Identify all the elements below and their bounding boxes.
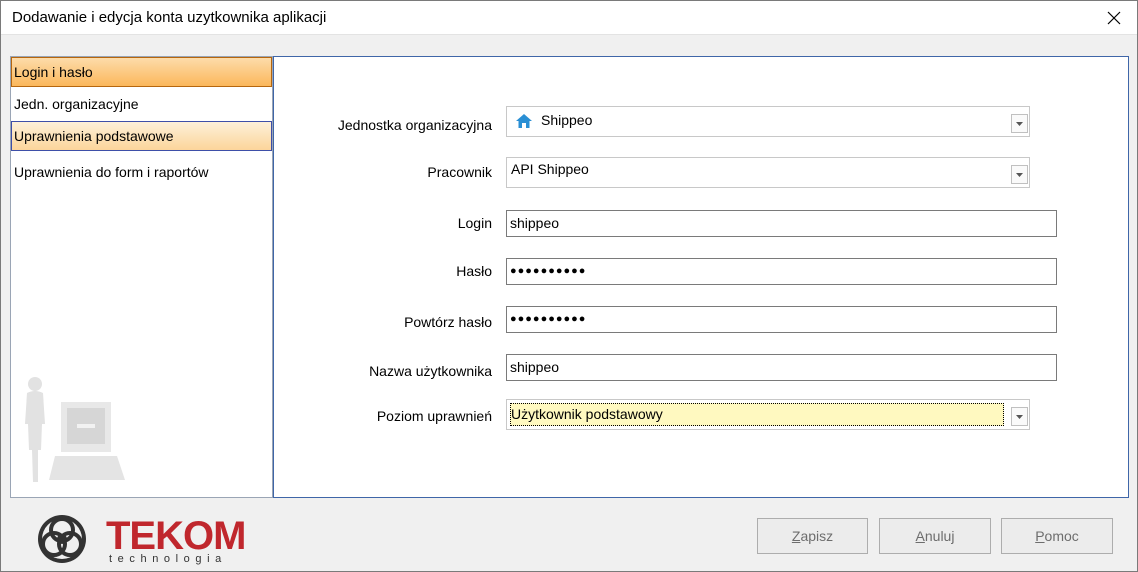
- employee-combobox[interactable]: API Shippeo: [506, 157, 1030, 188]
- sidebar-item-org-units[interactable]: Jedn. organizacyjne: [11, 89, 272, 119]
- password-repeat-label-row: Powtórz hasło: [274, 314, 492, 334]
- username-input[interactable]: shippeo: [506, 354, 1057, 381]
- cancel-button[interactable]: Anuluj: [879, 518, 991, 554]
- tekom-emblem-icon: [38, 515, 86, 563]
- home-icon: [516, 114, 532, 128]
- help-mnemonic: P: [1035, 528, 1045, 544]
- cancel-mnemonic: A: [915, 528, 925, 544]
- logo-tagline: technologia: [109, 553, 227, 565]
- close-button[interactable]: [1091, 1, 1137, 34]
- password-repeat-input[interactable]: ●●●●●●●●●●: [506, 306, 1057, 333]
- password-input[interactable]: ●●●●●●●●●●: [506, 258, 1057, 285]
- password-label-row: Hasło: [274, 263, 492, 283]
- login-label: Login: [457, 215, 492, 231]
- sidebar-item-label: Login i hasło: [14, 64, 93, 80]
- employee-label-row: Pracownik: [274, 164, 492, 184]
- login-label-row: Login: [274, 215, 492, 235]
- sidebar-item-label: Jedn. organizacyjne: [14, 96, 139, 112]
- sidebar-item-form-permissions[interactable]: Uprawnienia do form i raportów: [11, 157, 272, 187]
- save-mnemonic: Z: [791, 528, 801, 544]
- chevron-down-icon: [1016, 414, 1023, 419]
- sidebar-nav: Login i hasło Jedn. organizacyjne Uprawn…: [10, 56, 273, 498]
- username-label: Nazwa użytkownika: [369, 363, 492, 379]
- save-button[interactable]: Zapisz: [757, 518, 868, 554]
- save-label: apisz: [800, 528, 834, 544]
- help-label: omoc: [1044, 528, 1079, 544]
- sidebar-item-label: Uprawnienia podstawowe: [14, 128, 174, 144]
- sidebar-item-basic-permissions[interactable]: Uprawnienia podstawowe: [11, 121, 272, 151]
- title-bar: Dodawanie i edycja konta uzytkownika apl…: [1, 1, 1137, 35]
- level-label-row: Poziom uprawnień: [274, 408, 492, 428]
- unit-combobox[interactable]: Shippeo: [506, 106, 1030, 137]
- content-panel: Jednostka organizacyjna Shippeo Pracowni…: [273, 56, 1129, 498]
- dialog-window: Dodawanie i edycja konta uzytkownika apl…: [0, 0, 1138, 572]
- level-dropdown-button[interactable]: [1011, 407, 1028, 426]
- employee-value: API Shippeo: [511, 161, 589, 177]
- cancel-label: nuluj: [924, 528, 955, 544]
- window-title: Dodawanie i edycja konta uzytkownika apl…: [12, 9, 327, 26]
- password-repeat-label: Powtórz hasło: [404, 314, 492, 330]
- logo-wordmark: TEKOM: [106, 514, 246, 558]
- unit-value: Shippeo: [541, 112, 593, 128]
- chevron-down-icon: [1016, 121, 1023, 126]
- username-label-row: Nazwa użytkownika: [274, 363, 492, 383]
- unit-label: Jednostka organizacyjna: [337, 117, 492, 133]
- password-label: Hasło: [456, 263, 492, 279]
- unit-dropdown-button[interactable]: [1011, 114, 1028, 133]
- login-input[interactable]: shippeo: [506, 210, 1057, 237]
- help-button[interactable]: Pomoc: [1001, 518, 1113, 554]
- close-icon: [1107, 11, 1121, 24]
- tekom-logo: TEKOM technologia: [30, 512, 260, 567]
- level-label: Poziom uprawnień: [376, 408, 492, 424]
- chevron-down-icon: [1016, 172, 1023, 177]
- user-computer-illustration: [25, 377, 125, 482]
- unit-label-row: Jednostka organizacyjna: [274, 117, 492, 137]
- sidebar-item-login[interactable]: Login i hasło: [11, 57, 272, 87]
- employee-dropdown-button[interactable]: [1011, 165, 1028, 184]
- level-value: Użytkownik podstawowy: [511, 406, 663, 422]
- sidebar-item-label: Uprawnienia do form i raportów: [14, 164, 209, 180]
- level-combobox[interactable]: Użytkownik podstawowy: [506, 399, 1030, 430]
- employee-label: Pracownik: [427, 164, 492, 180]
